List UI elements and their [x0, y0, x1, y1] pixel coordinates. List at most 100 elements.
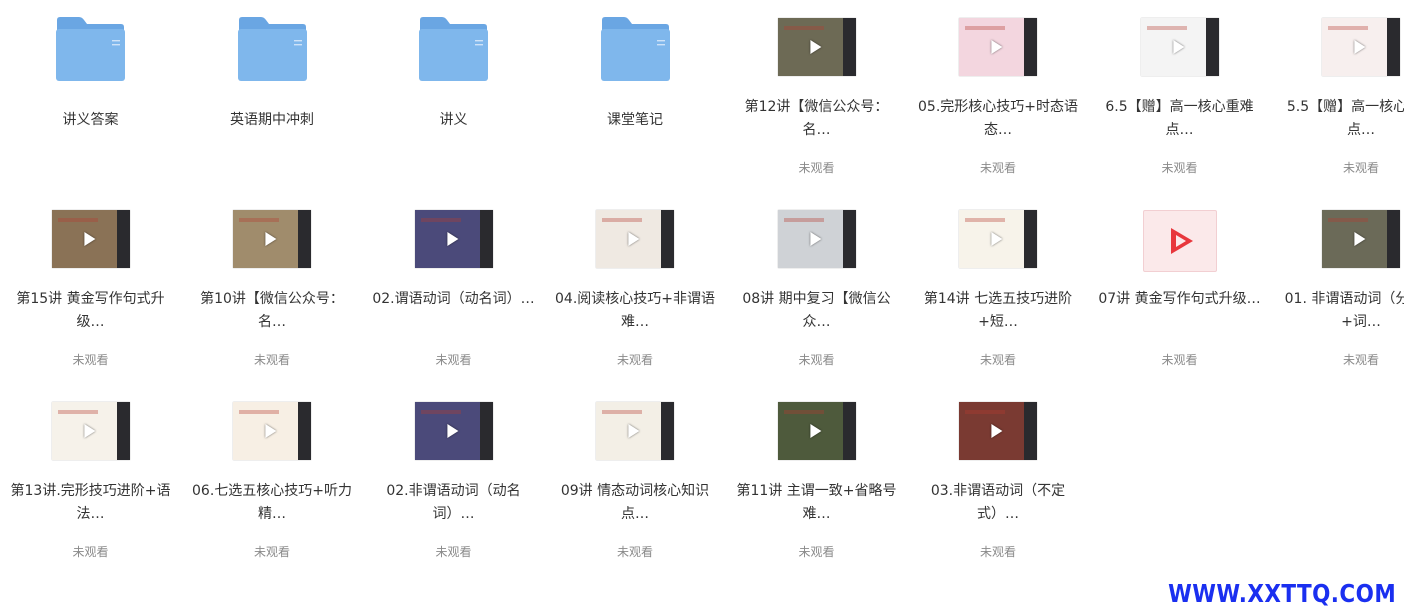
video-item[interactable]: 第10讲【微信公众号：名… 未观看	[182, 192, 363, 372]
item-name[interactable]: 06.七选五核心技巧+听力精…	[190, 480, 355, 526]
video-preview	[1322, 18, 1400, 76]
video-preview	[414, 210, 493, 268]
play-icon	[83, 424, 95, 438]
thumbnail[interactable]	[726, 0, 907, 86]
item-name[interactable]: 讲义	[371, 109, 536, 132]
thumbnail[interactable]	[908, 192, 1089, 278]
video-item[interactable]: 06.七选五核心技巧+听力精… 未观看	[182, 384, 363, 564]
thumbnail[interactable]	[908, 0, 1089, 86]
watch-status: 未观看	[616, 353, 653, 367]
watch-status: 未观看	[435, 353, 472, 367]
thumbnail[interactable]	[1089, 192, 1270, 278]
video-item[interactable]: 第12讲【微信公众号：名… 未观看	[726, 0, 907, 180]
folder-item[interactable]: 英语期中冲刺	[182, 0, 363, 180]
play-icon	[991, 40, 1003, 54]
video-preview	[777, 210, 856, 268]
item-name[interactable]: 02.谓语动词（动名词）…	[371, 288, 536, 311]
watch-status: 未观看	[616, 545, 653, 559]
thumbnail[interactable]	[1089, 0, 1270, 86]
item-name[interactable]: 课堂笔记	[553, 109, 718, 132]
item-name[interactable]: 第14讲 七选五技巧进阶+短…	[916, 288, 1081, 334]
watch-status: 未观看	[253, 545, 290, 559]
video-item[interactable]: 第15讲 黄金写作句式升级… 未观看	[0, 192, 181, 372]
watch-status: 未观看	[1342, 161, 1379, 175]
video-item[interactable]: 05.完形核心技巧+时态语态… 未观看	[908, 0, 1089, 180]
preview-sidebar	[298, 210, 311, 268]
item-name[interactable]: 英语期中冲刺	[190, 109, 355, 132]
thumbnail[interactable]	[0, 0, 181, 86]
preview-sidebar	[1024, 18, 1037, 76]
preview-sidebar	[842, 402, 856, 460]
preview-detail	[420, 410, 461, 414]
play-icon	[265, 424, 277, 438]
watch-status: 未观看	[72, 353, 109, 367]
thumbnail[interactable]	[363, 0, 544, 86]
preview-sidebar	[661, 210, 674, 268]
item-name[interactable]: 5.5【赠】高一核心重难点…	[1279, 96, 1404, 142]
item-name[interactable]: 03.非谓语动词（不定式）…	[916, 480, 1081, 526]
thumbnail[interactable]	[726, 384, 907, 470]
item-name[interactable]: 09讲 情态动词核心知识点…	[553, 480, 718, 526]
video-item[interactable]: 07讲 黄金写作句式升级… 未观看	[1089, 192, 1270, 372]
thumbnail[interactable]	[182, 192, 363, 278]
thumbnail[interactable]	[545, 192, 726, 278]
video-item[interactable]: 01. 非谓语动词（分词）+词… 未观看	[1271, 192, 1404, 372]
thumbnail[interactable]	[1271, 192, 1404, 278]
item-name[interactable]: 07讲 黄金写作句式升级…	[1097, 288, 1262, 311]
preview-detail	[1328, 218, 1368, 222]
watch-status: 未观看	[798, 545, 835, 559]
video-item[interactable]: 03.非谓语动词（不定式）… 未观看	[908, 384, 1089, 564]
preview-sidebar	[1387, 210, 1400, 268]
thumbnail[interactable]	[0, 384, 181, 470]
folder-item[interactable]: 课堂笔记	[545, 0, 726, 180]
thumbnail[interactable]	[182, 0, 363, 86]
folder-icon	[237, 17, 307, 81]
folder-item[interactable]: 讲义答案	[0, 0, 181, 180]
item-name[interactable]: 讲义答案	[8, 109, 173, 132]
video-item[interactable]: 第13讲.完形技巧进阶+语法… 未观看	[0, 384, 181, 564]
video-item[interactable]: 第11讲 主谓一致+省略号难… 未观看	[726, 384, 907, 564]
thumbnail[interactable]	[0, 192, 181, 278]
video-item[interactable]: 02.谓语动词（动名词）… 未观看	[363, 192, 544, 372]
thumbnail[interactable]	[182, 384, 363, 470]
item-name[interactable]: 第10讲【微信公众号：名…	[190, 288, 355, 334]
item-name[interactable]: 04.阅读核心技巧+非谓语难…	[553, 288, 718, 334]
item-name[interactable]: 08讲 期中复习【微信公众…	[734, 288, 899, 334]
play-icon	[446, 232, 458, 246]
preview-detail	[1328, 26, 1368, 30]
preview-detail	[57, 410, 98, 414]
video-item[interactable]: 02.非谓语动词（动名词）… 未观看	[363, 384, 544, 564]
video-item[interactable]: 09讲 情态动词核心知识点… 未观看	[545, 384, 726, 564]
item-name[interactable]: 6.5【赠】高一核心重难点…	[1097, 96, 1262, 142]
play-icon	[991, 232, 1003, 246]
item-name[interactable]: 第13讲.完形技巧进阶+语法…	[8, 480, 173, 526]
thumbnail[interactable]	[726, 192, 907, 278]
video-item[interactable]: 04.阅读核心技巧+非谓语难… 未观看	[545, 192, 726, 372]
preview-detail	[783, 410, 824, 414]
folder-icon	[600, 17, 670, 81]
video-item[interactable]: 5.5【赠】高一核心重难点… 未观看	[1271, 0, 1404, 180]
item-name[interactable]: 02.非谓语动词（动名词）…	[371, 480, 536, 526]
item-name[interactable]: 第11讲 主谓一致+省略号难…	[734, 480, 899, 526]
folder-item[interactable]: 讲义	[363, 0, 544, 180]
video-item[interactable]: 6.5【赠】高一核心重难点… 未观看	[1089, 0, 1270, 180]
thumbnail[interactable]	[545, 0, 726, 86]
video-preview	[233, 210, 311, 268]
video-preview	[959, 18, 1037, 76]
thumbnail[interactable]	[908, 384, 1089, 470]
thumbnail[interactable]	[363, 384, 544, 470]
video-item[interactable]: 第14讲 七选五技巧进阶+短… 未观看	[908, 192, 1089, 372]
file-grid: 讲义答案 英语期中冲刺 讲义 课堂笔记 第12讲【微信公众号：名… 未观看 05.完形核心技…	[0, 0, 1404, 614]
item-name[interactable]: 第15讲 黄金写作句式升级…	[8, 288, 173, 334]
folder-icon	[419, 17, 488, 81]
video-preview	[51, 210, 130, 268]
video-item[interactable]: 08讲 期中复习【微信公众… 未观看	[726, 192, 907, 372]
thumbnail[interactable]	[1271, 0, 1404, 86]
preview-detail	[602, 410, 642, 414]
thumbnail[interactable]	[545, 384, 726, 470]
item-name[interactable]: 01. 非谓语动词（分词）+词…	[1279, 288, 1404, 334]
thumbnail[interactable]	[363, 192, 544, 278]
item-name[interactable]: 第12讲【微信公众号：名…	[734, 96, 899, 142]
preview-sidebar	[1024, 402, 1037, 460]
item-name[interactable]: 05.完形核心技巧+时态语态…	[916, 96, 1081, 142]
